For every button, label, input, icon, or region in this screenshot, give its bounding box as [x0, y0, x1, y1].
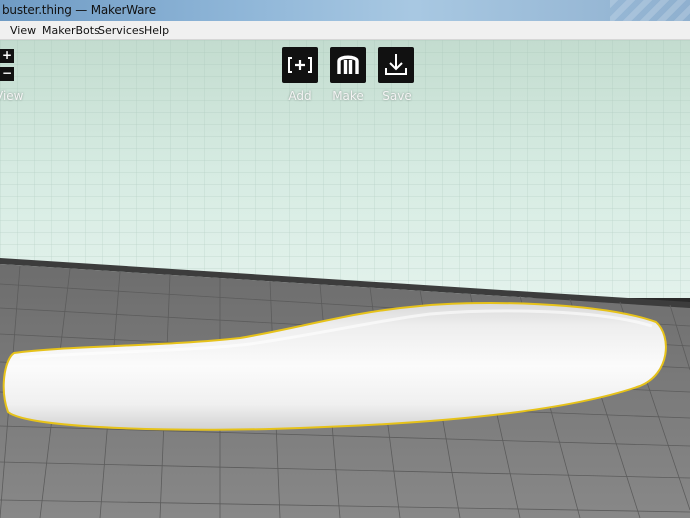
title-bar: buster.thing — MakerWare [0, 0, 690, 21]
zoom-in-button[interactable]: + [0, 49, 14, 63]
menu-services[interactable]: Services [98, 24, 144, 37]
title-bar-decoration [610, 0, 690, 21]
save-button[interactable] [378, 47, 414, 83]
download-icon [385, 54, 407, 75]
build-scene [0, 40, 690, 518]
build-viewport[interactable] [0, 40, 690, 518]
menu-bar: View MakerBots Services Help [0, 21, 690, 40]
add-button[interactable] [282, 47, 318, 83]
makerbot-m-icon [337, 55, 359, 74]
make-label: Make [332, 89, 364, 103]
make-button[interactable] [330, 47, 366, 83]
add-label: Add [288, 89, 312, 103]
save-label: Save [382, 89, 412, 103]
window-title: buster.thing — MakerWare [2, 3, 156, 17]
menu-help[interactable]: Help [144, 24, 169, 37]
menu-makerbots[interactable]: MakerBots [42, 24, 100, 37]
zoom-out-button[interactable]: − [0, 67, 14, 81]
add-bracket-icon [288, 57, 312, 73]
view-label[interactable]: View [0, 89, 23, 103]
menu-view[interactable]: View [10, 24, 36, 37]
